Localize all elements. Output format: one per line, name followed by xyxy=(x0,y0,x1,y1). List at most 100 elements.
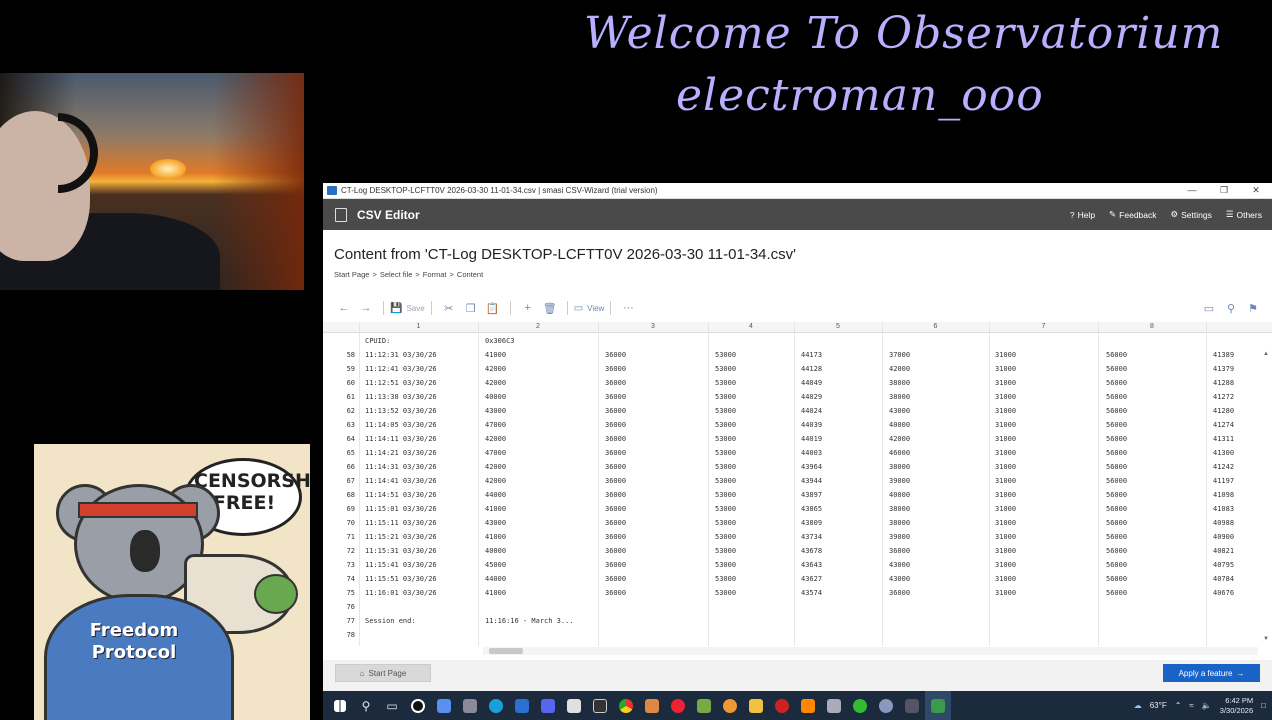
minimize-button[interactable]: — xyxy=(1176,185,1208,196)
table-cell[interactable]: 41288 xyxy=(1213,379,1234,387)
start-page-button[interactable]: ⌂ Start Page xyxy=(335,664,431,682)
weather-temp[interactable]: 63°F xyxy=(1150,701,1167,710)
table-cell[interactable]: 11:12:31 03/30/26 xyxy=(365,351,437,359)
table-cell[interactable]: 44128 xyxy=(801,365,822,373)
app-icon-3[interactable] xyxy=(457,691,483,720)
table-cell[interactable]: 43809 xyxy=(801,519,822,527)
table-cell[interactable]: 38000 xyxy=(889,393,910,401)
table-cell[interactable]: 40000 xyxy=(889,491,910,499)
edge-icon[interactable] xyxy=(483,691,509,720)
table-cell[interactable]: 56000 xyxy=(1106,561,1127,569)
table-row[interactable]: 68 11:14:51 03/30/26 44000 36000 53000 43897 4… xyxy=(323,488,1272,502)
table-cell[interactable]: 11:15:41 03/30/26 xyxy=(365,561,437,569)
app-icon-12[interactable] xyxy=(847,691,873,720)
table-cell[interactable]: 11:15:11 03/30/26 xyxy=(365,519,437,527)
table-cell[interactable]: 31000 xyxy=(995,477,1016,485)
table-cell[interactable]: 43000 xyxy=(889,407,910,415)
table-row[interactable]: 59 11:12:41 03/30/26 42000 36000 53000 44128 4… xyxy=(323,362,1272,376)
table-cell[interactable]: 56000 xyxy=(1106,421,1127,429)
table-cell[interactable]: 31000 xyxy=(995,505,1016,513)
table-cell[interactable]: 36000 xyxy=(605,519,626,527)
column-header[interactable]: 1 xyxy=(359,323,478,330)
table-row[interactable]: 74 11:15:51 03/30/26 44000 36000 53000 43627 4… xyxy=(323,572,1272,586)
notification-icon[interactable]: □ xyxy=(1261,701,1266,710)
table-cell[interactable]: 36000 xyxy=(605,575,626,583)
table-cell[interactable]: 41000 xyxy=(485,351,506,359)
app-icon-1[interactable] xyxy=(405,691,431,720)
app-icon-8[interactable] xyxy=(665,691,691,720)
app-icon-10[interactable] xyxy=(717,691,743,720)
table-cell[interactable]: 53000 xyxy=(715,477,736,485)
table-cell[interactable]: 36000 xyxy=(605,421,626,429)
table-cell[interactable]: 11:12:41 03/30/26 xyxy=(365,365,437,373)
flag-icon[interactable]: ⚑ xyxy=(1242,299,1264,317)
table-cell[interactable]: 44000 xyxy=(485,575,506,583)
table-cell[interactable]: 44039 xyxy=(801,421,822,429)
table-cell[interactable]: 36000 xyxy=(605,561,626,569)
table-cell[interactable]: 43865 xyxy=(801,505,822,513)
table-row[interactable]: 62 11:13:52 03/30/26 43000 36000 53000 44024 4… xyxy=(323,404,1272,418)
table-cell[interactable]: 11:14:41 03/30/26 xyxy=(365,477,437,485)
table-cell[interactable]: 42000 xyxy=(485,463,506,471)
table-cell[interactable]: 46000 xyxy=(889,449,910,457)
table-cell[interactable]: 56000 xyxy=(1106,407,1127,415)
table-row[interactable]: 67 11:14:41 03/30/26 42000 36000 53000 43944 3… xyxy=(323,474,1272,488)
table-cell[interactable]: 43627 xyxy=(801,575,822,583)
vertical-scrollbar[interactable]: ▲ ▼ xyxy=(1261,351,1271,646)
table-cell[interactable]: 40795 xyxy=(1213,561,1234,569)
table-cell[interactable]: 56000 xyxy=(1106,463,1127,471)
table-cell[interactable]: 53000 xyxy=(715,519,736,527)
table-row[interactable]: 71 11:15:21 03/30/26 41000 36000 53000 43734 3… xyxy=(323,530,1272,544)
table-cell[interactable]: 36000 xyxy=(605,533,626,541)
table-cell[interactable]: 53000 xyxy=(715,393,736,401)
table-cell[interactable]: 37000 xyxy=(889,351,910,359)
table-cell[interactable]: 56000 xyxy=(1106,547,1127,555)
table-cell[interactable]: 11:15:21 03/30/26 xyxy=(365,533,437,541)
table-cell[interactable]: 40988 xyxy=(1213,519,1234,527)
table-cell[interactable]: 42000 xyxy=(485,435,506,443)
table-cell[interactable]: 47000 xyxy=(485,421,506,429)
table-cell[interactable]: 56000 xyxy=(1106,477,1127,485)
table-row[interactable]: 66 11:14:31 03/30/26 42000 36000 53000 43964 3… xyxy=(323,460,1272,474)
network-icon[interactable]: ≈ xyxy=(1189,701,1193,710)
table-cell[interactable]: 36000 xyxy=(889,589,910,597)
table-cell[interactable]: 56000 xyxy=(1106,379,1127,387)
table-cell[interactable]: 11:16:16 - March 3... xyxy=(485,617,574,625)
chevron-up-icon[interactable]: ⌃ xyxy=(1175,701,1182,710)
table-cell[interactable]: 43897 xyxy=(801,491,822,499)
table-cell[interactable]: 43000 xyxy=(485,519,506,527)
close-button[interactable]: ✕ xyxy=(1240,185,1272,196)
table-cell[interactable]: 31000 xyxy=(995,589,1016,597)
add-icon[interactable]: + xyxy=(517,299,539,317)
table-cell[interactable]: 43643 xyxy=(801,561,822,569)
apply-feature-button[interactable]: Apply a feature → xyxy=(1163,664,1260,682)
table-cell[interactable]: 38000 xyxy=(889,379,910,387)
delete-icon[interactable]: 🗑 xyxy=(539,299,561,317)
table-cell[interactable]: 56000 xyxy=(1106,505,1127,513)
table-row[interactable]: 70 11:15:11 03/30/26 43000 36000 53000 43809 3… xyxy=(323,516,1272,530)
feedback-menu[interactable]: ✎ Feedback xyxy=(1109,209,1156,220)
table-cell[interactable]: 11:15:51 03/30/26 xyxy=(365,575,437,583)
clock[interactable]: 6:42 PM 3/30/2026 xyxy=(1220,696,1253,716)
app-icon-5[interactable] xyxy=(561,691,587,720)
opera-icon[interactable] xyxy=(769,691,795,720)
table-cell[interactable]: 42000 xyxy=(889,365,910,373)
cut-icon[interactable]: ✂ xyxy=(438,299,460,317)
table-cell[interactable]: 36000 xyxy=(605,463,626,471)
table-cell[interactable]: 43000 xyxy=(889,575,910,583)
table-cell[interactable]: 53000 xyxy=(715,575,736,583)
table-cell[interactable]: 11:14:51 03/30/26 xyxy=(365,491,437,499)
table-cell[interactable]: 36000 xyxy=(605,435,626,443)
table-cell[interactable]: 11:15:31 03/30/26 xyxy=(365,547,437,555)
table-cell[interactable]: 53000 xyxy=(715,435,736,443)
table-cell[interactable]: 41300 xyxy=(1213,449,1234,457)
table-cell[interactable]: 43000 xyxy=(485,407,506,415)
table-cell[interactable]: 31000 xyxy=(995,351,1016,359)
table-cell[interactable]: 43000 xyxy=(889,561,910,569)
table-cell[interactable]: 42000 xyxy=(485,379,506,387)
table-cell[interactable]: 44173 xyxy=(801,351,822,359)
table-cell[interactable]: 36000 xyxy=(605,477,626,485)
table-cell[interactable]: 56000 xyxy=(1106,533,1127,541)
table-cell[interactable]: 31000 xyxy=(995,435,1016,443)
table-cell[interactable]: 53000 xyxy=(715,365,736,373)
